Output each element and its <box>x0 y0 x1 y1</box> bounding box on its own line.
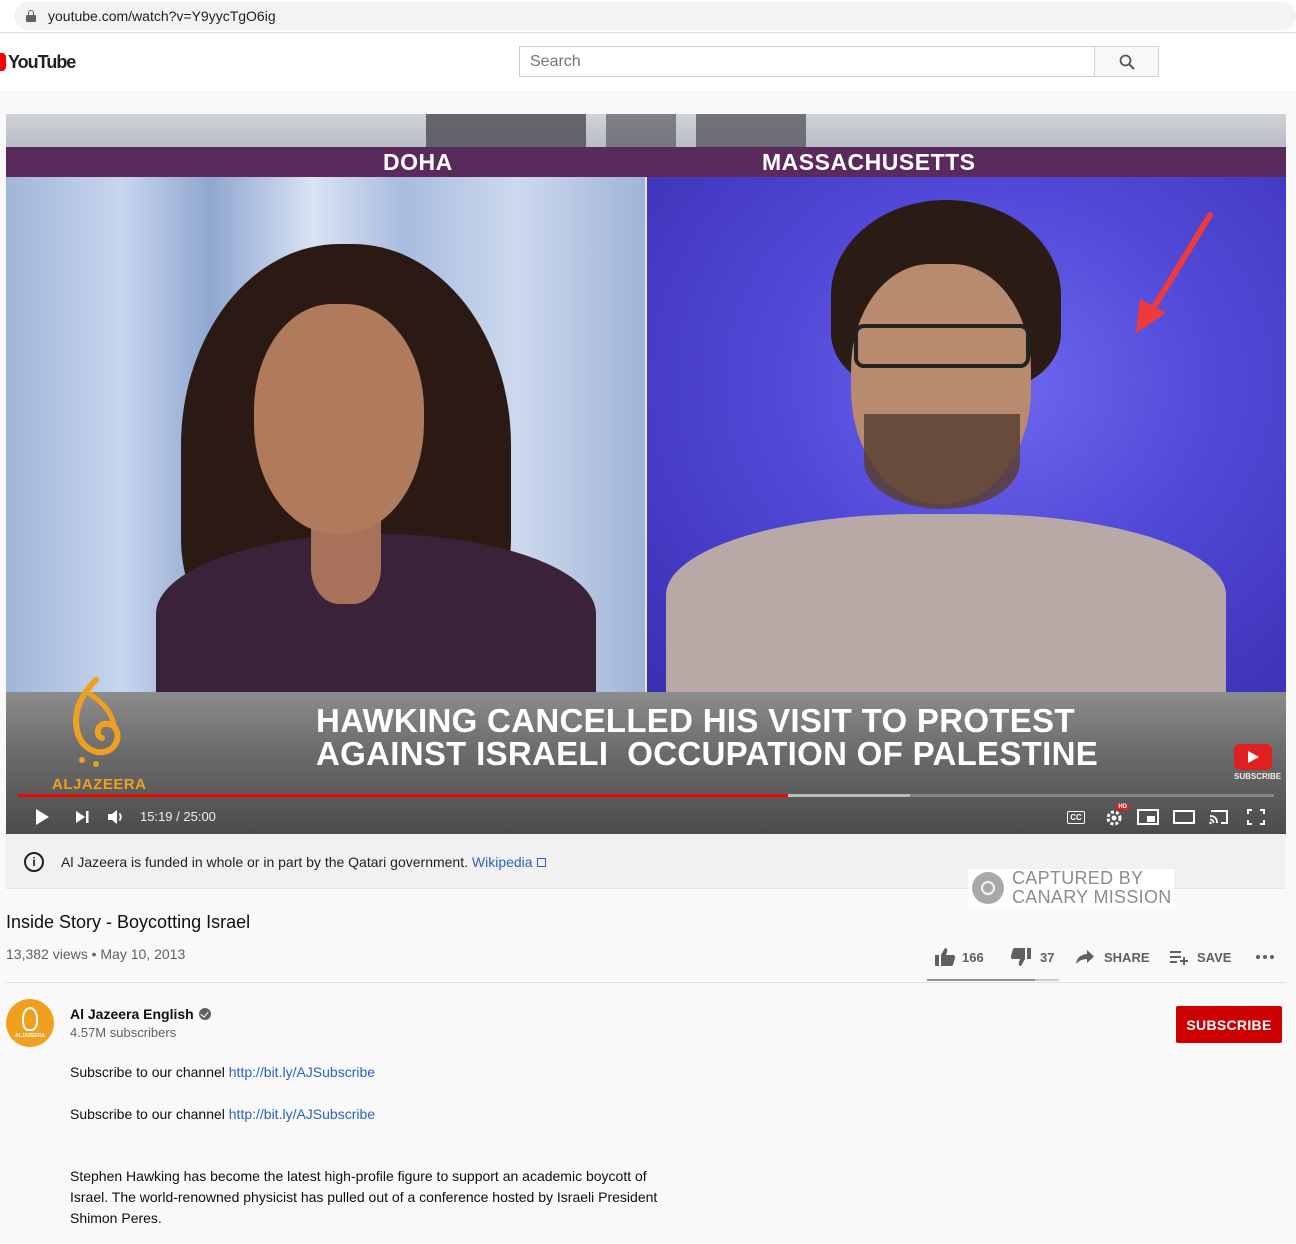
location-bar: DOHA MASSACHUSETTS <box>6 147 1286 177</box>
like-count: 166 <box>962 949 984 965</box>
watermark-text: CAPTURED BY CANARY MISSION <box>1012 869 1172 907</box>
sentiment-like-fill <box>927 979 1035 981</box>
cast-icon <box>1209 810 1228 825</box>
dislike-button[interactable]: 37 <box>1010 946 1054 968</box>
video-title: Inside Story - Boycotting Israel <box>6 912 251 932</box>
captions-button[interactable]: CC <box>1066 808 1086 826</box>
settings-button[interactable]: HD <box>1101 804 1129 826</box>
subscribe-watermark-text: SUBSCRIBE <box>1234 772 1282 781</box>
anchor-figure-face <box>254 304 424 534</box>
thumbs-up-icon <box>935 948 956 966</box>
lower-third-line-2: AGAINST ISRAELI OCCUPATION OF PALESTINE <box>316 735 1099 772</box>
sentiment-bar <box>927 979 1059 981</box>
youtube-subscribe-icon <box>1234 744 1272 770</box>
avatar-text: ALJAZEERA <box>14 1033 45 1039</box>
playlist-add-icon <box>1170 951 1188 965</box>
url-text[interactable]: youtube.com/watch?v=Y9yycTgO6ig <box>48 8 276 24</box>
fullscreen-button[interactable] <box>1246 808 1266 826</box>
aljazeera-logo-icon <box>73 677 121 767</box>
watermark-line-1: CAPTURED BY <box>1012 868 1144 888</box>
subscribe-link-1[interactable]: http://bit.ly/AJSubscribe <box>229 1064 375 1080</box>
share-label: SHARE <box>1104 949 1150 965</box>
description-line-1: Subscribe to our channel http://bit.ly/A… <box>70 1062 375 1083</box>
miniplayer-icon <box>1137 809 1159 825</box>
youtube-logo[interactable]: YouTube <box>0 51 76 72</box>
like-button[interactable]: 166 <box>934 946 984 968</box>
subscriber-count: 4.57M subscribers <box>70 1025 177 1040</box>
watermark-line-2: CANARY MISSION <box>1012 887 1172 907</box>
description-line-1-text: Subscribe to our channel <box>70 1064 229 1080</box>
channel-avatar[interactable]: ALJAZEERA <box>6 999 54 1047</box>
video-player[interactable]: DOHA MASSACHUSETTS HAWKING CANCELLED HIS… <box>6 114 1286 834</box>
youtube-header: YouTube Search <box>0 34 1296 90</box>
more-actions-button[interactable] <box>1255 946 1275 968</box>
time-display: 15:19 / 25:00 <box>140 809 216 824</box>
guest-figure-glasses <box>854 324 1030 368</box>
play-icon <box>36 809 49 825</box>
annotation-arrow-icon <box>1136 212 1213 333</box>
location-left-label: DOHA <box>383 149 453 175</box>
wikipedia-link[interactable]: Wikipedia <box>472 854 533 870</box>
miniplayer-button[interactable] <box>1137 808 1159 826</box>
lock-icon[interactable] <box>26 10 36 22</box>
video-stats: 13,382 views • May 10, 2013 <box>6 946 186 962</box>
fullscreen-icon <box>1247 809 1265 825</box>
player-controls: 15:19 / 25:00 CC HD <box>6 800 1286 834</box>
description-paragraph: Stephen Hawking has become the latest hi… <box>70 1168 658 1226</box>
verified-icon <box>198 1008 211 1020</box>
description-line-2-text: Subscribe to our channel <box>70 1106 229 1122</box>
subscribe-button[interactable]: SUBSCRIBE <box>1176 1006 1282 1043</box>
disclaimer-text-row: Al Jazeera is funded in whole or in part… <box>61 854 546 870</box>
theater-button[interactable] <box>1173 808 1195 826</box>
location-right-label: MASSACHUSETTS <box>762 149 976 175</box>
captions-icon: CC <box>1067 810 1085 824</box>
guest-figure-body <box>666 514 1226 694</box>
studio-backdrop <box>6 114 1286 147</box>
search-icon <box>1119 54 1135 70</box>
next-button[interactable] <box>72 808 92 826</box>
dislike-count: 37 <box>1040 949 1055 965</box>
disclaimer-text: Al Jazeera is funded in whole or in part… <box>61 854 468 870</box>
url-field[interactable]: youtube.com/watch?v=Y9yycTgO6ig <box>14 2 1296 30</box>
thumbs-down-icon <box>1010 948 1031 966</box>
share-icon <box>1076 950 1094 964</box>
canary-mission-watermark: CAPTURED BY CANARY MISSION <box>968 869 1174 907</box>
channel-name-row: Al Jazeera English <box>70 1006 211 1022</box>
subscribe-watermark[interactable]: SUBSCRIBE <box>1234 744 1282 784</box>
browser-address-bar: youtube.com/watch?v=Y9yycTgO6ig <box>0 0 1296 33</box>
cast-button[interactable] <box>1208 808 1230 826</box>
description-line-2: Subscribe to our channel http://bit.ly/A… <box>70 1104 375 1125</box>
save-button[interactable]: SAVE <box>1170 946 1231 968</box>
split-divider <box>645 177 647 692</box>
divider <box>6 982 1286 983</box>
theater-icon <box>1173 810 1195 824</box>
hd-badge: HD <box>1116 804 1129 810</box>
subscribe-link-2[interactable]: http://bit.ly/AJSubscribe <box>229 1106 375 1122</box>
save-label: SAVE <box>1197 949 1232 965</box>
aljazeera-logo-text: ALJAZEERA <box>52 776 147 793</box>
youtube-play-mark-icon <box>0 53 6 71</box>
settings-icon <box>1106 810 1122 826</box>
volume-icon <box>108 810 122 824</box>
youtube-logo-text: YouTube <box>8 51 76 72</box>
share-button[interactable]: SHARE <box>1075 946 1150 968</box>
play-button[interactable] <box>32 808 52 826</box>
aljazeera-avatar-icon <box>22 1007 38 1031</box>
channel-name[interactable]: Al Jazeera English <box>70 1006 194 1022</box>
guest-figure-beard <box>864 414 1020 509</box>
canary-mission-logo-icon <box>972 872 1004 904</box>
more-horizontal-icon <box>1256 955 1274 959</box>
search-button[interactable] <box>1094 46 1159 77</box>
info-icon: i <box>24 852 44 872</box>
next-icon <box>76 811 89 823</box>
search-input[interactable]: Search <box>519 46 1095 77</box>
progress-played <box>18 794 788 797</box>
progress-bar[interactable] <box>18 794 1274 797</box>
external-link-icon <box>536 858 546 867</box>
volume-button[interactable] <box>106 808 126 826</box>
